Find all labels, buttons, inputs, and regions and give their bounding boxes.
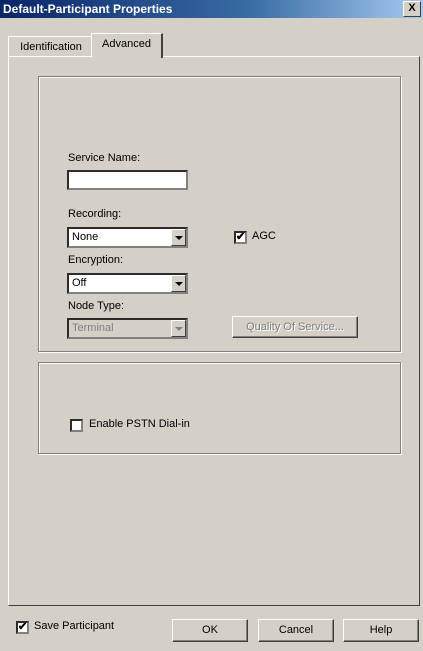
cancel-button[interactable]: Cancel: [258, 619, 334, 642]
window-title: Default-Participant Properties: [3, 2, 173, 16]
chevron-down-icon[interactable]: [171, 320, 186, 337]
enable-pstn-checkbox[interactable]: [70, 419, 83, 432]
tab-identification-label: Identification: [20, 41, 82, 53]
chevron-down-icon[interactable]: [171, 229, 186, 246]
agc-checkbox[interactable]: ✔: [234, 231, 247, 244]
quality-of-service-button[interactable]: Quality Of Service...: [232, 316, 358, 338]
tab-identification[interactable]: Identification: [8, 36, 94, 57]
node-type-label: Node Type:: [68, 300, 125, 312]
encryption-select[interactable]: Off: [67, 273, 188, 294]
recording-label: Recording:: [68, 208, 122, 220]
save-participant-label: Save Participant: [34, 620, 115, 632]
service-name-input[interactable]: [67, 170, 188, 190]
enable-pstn-label: Enable PSTN Dial-in: [89, 418, 190, 430]
tab-advanced-label: Advanced: [102, 38, 151, 50]
encryption-value: Off: [72, 277, 87, 289]
tab-advanced[interactable]: Advanced: [91, 33, 163, 58]
encryption-label: Encryption:: [68, 254, 124, 266]
node-type-value: Terminal: [72, 322, 114, 334]
close-button[interactable]: X: [403, 1, 421, 17]
recording-select[interactable]: None: [67, 227, 188, 248]
chevron-down-icon[interactable]: [171, 275, 186, 292]
recording-value: None: [72, 231, 99, 243]
service-name-label: Service Name:: [68, 152, 141, 164]
save-participant-checkbox[interactable]: ✔: [16, 621, 29, 634]
pstn-groupbox: [38, 362, 401, 454]
ok-button[interactable]: OK: [172, 619, 248, 642]
help-button[interactable]: Help: [343, 619, 419, 642]
node-type-select[interactable]: Terminal: [67, 318, 188, 339]
title-bar: Default-Participant Properties X: [0, 0, 423, 18]
agc-label: AGC: [252, 230, 276, 242]
